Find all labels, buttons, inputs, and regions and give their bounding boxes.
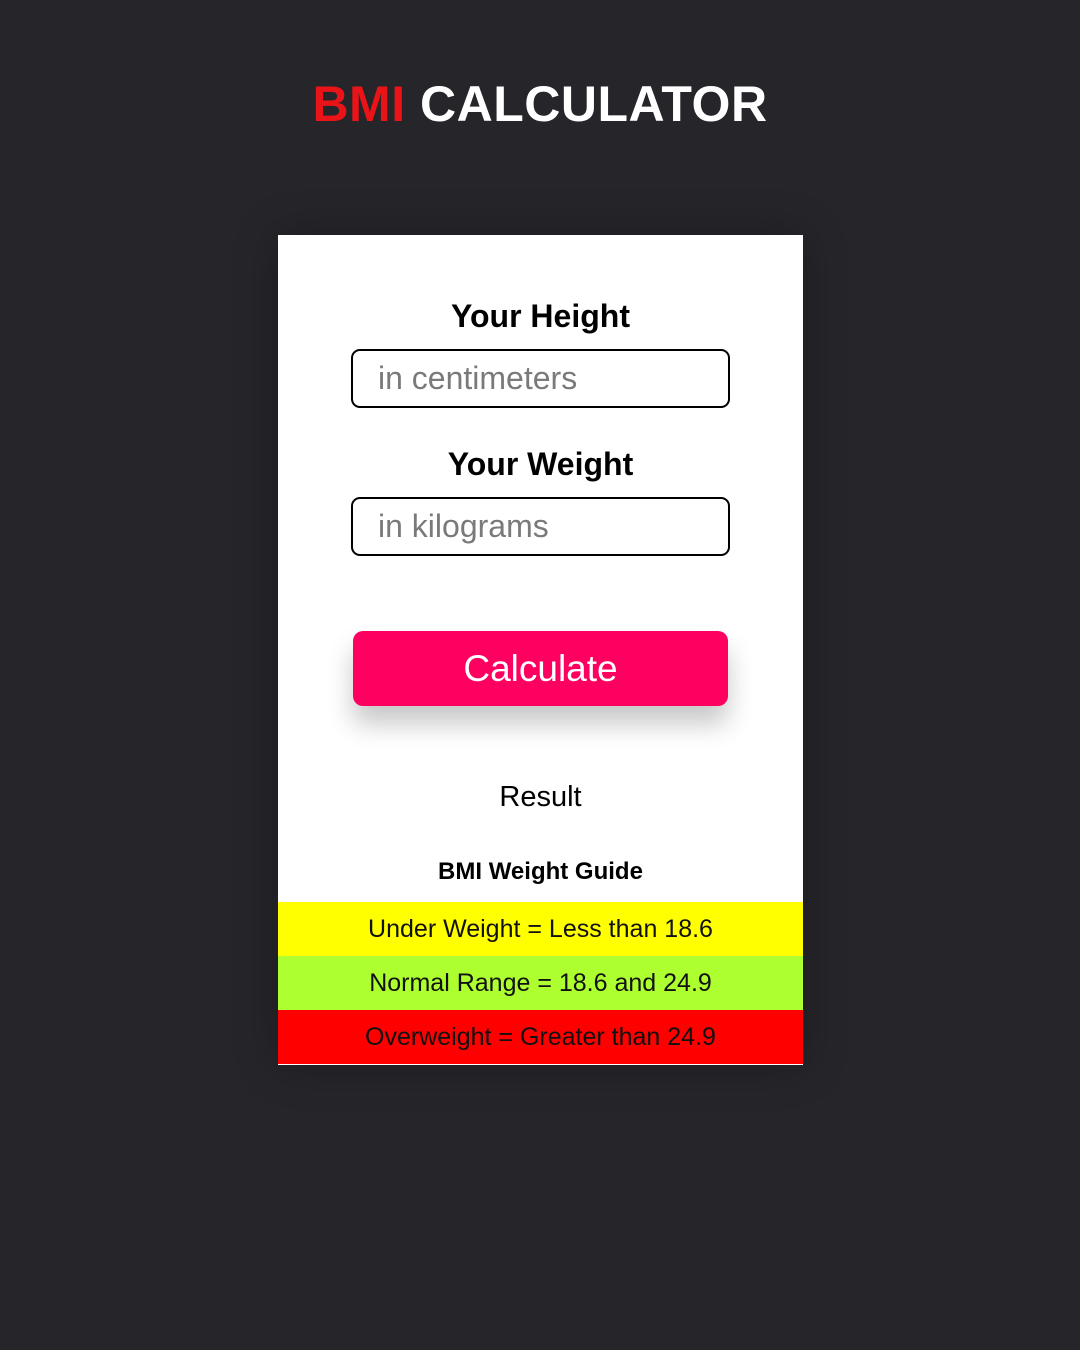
guide-row-underweight: Under Weight = Less than 18.6 [278,902,803,956]
bmi-card: Your Height Your Weight Calculate Result… [278,235,803,1065]
bmi-guide-list: Under Weight = Less than 18.6 Normal Ran… [278,902,803,1064]
guide-title: BMI Weight Guide [438,858,643,885]
app-title-accent: BMI [312,76,406,132]
height-input[interactable] [351,349,730,408]
app-title: BMI CALCULATOR [0,72,1080,136]
guide-row-normal: Normal Range = 18.6 and 24.9 [278,956,803,1010]
result-text: Result [499,781,582,813]
height-label: Your Height [451,298,630,334]
weight-label: Your Weight [447,446,634,482]
calculate-button[interactable]: Calculate [353,631,728,706]
app-title-main: CALCULATOR [420,76,768,132]
guide-row-overweight: Overweight = Greater than 24.9 [278,1010,803,1064]
weight-input[interactable] [351,497,730,556]
